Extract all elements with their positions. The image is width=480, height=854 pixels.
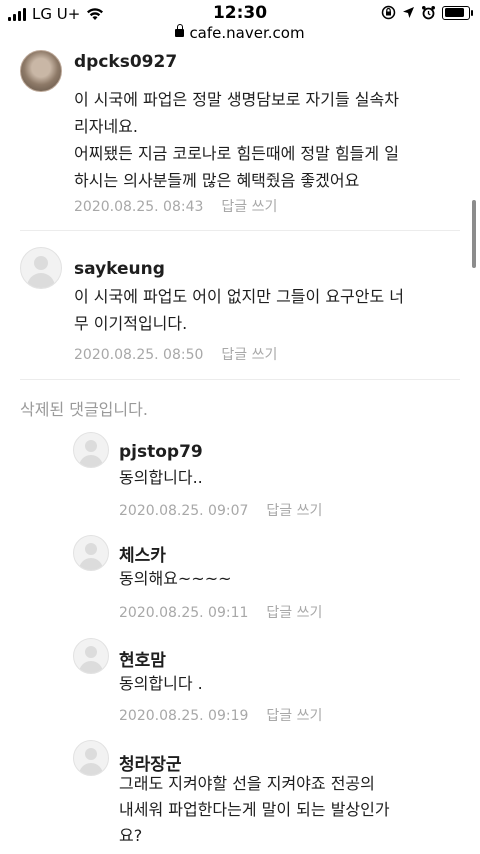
comment-meta: 2020.08.25. 08:43 답글 쓰기 (74, 196, 277, 216)
comment-line: 동의해요~~~~ (119, 569, 232, 588)
divider (20, 230, 460, 231)
url-bar[interactable]: cafe.naver.com (0, 24, 480, 42)
comment-meta: 2020.08.25. 08:50 답글 쓰기 (74, 344, 277, 364)
comment-author[interactable]: 체스카 (119, 541, 166, 566)
reply-button[interactable]: 답글 쓰기 (221, 199, 277, 215)
comment-line: 하시는 의사분들께 많은 혜택줬음 좋겠어요 (74, 171, 360, 190)
comment-meta: 2020.08.25. 09:11 답글 쓰기 (119, 602, 322, 622)
avatar[interactable] (20, 247, 62, 289)
avatar[interactable] (20, 50, 62, 92)
orientation-lock-icon (381, 5, 396, 20)
comment-text: 이 시국에 파업은 정말 생명담보로 자기들 실속차 리자네요. 어찌됐든 지금… (74, 86, 399, 194)
reply-button[interactable]: 답글 쓰기 (221, 347, 277, 363)
comment-line: 이 시국에 파업은 정말 생명담보로 자기들 실속차 (74, 90, 399, 109)
location-arrow-icon (403, 7, 414, 18)
comment-line: 요? (119, 826, 143, 845)
url-domain: cafe.naver.com (189, 24, 305, 42)
comment-date: 2020.08.25. 09:19 (119, 708, 249, 724)
status-bar: LG U+ 12:30 (0, 0, 480, 26)
comment-line: 동의합니다 . (119, 674, 203, 693)
comment-line: 그래도 지켜야할 선을 지켜야죠 전공의 (119, 774, 375, 793)
comment-date: 2020.08.25. 09:11 (119, 605, 249, 621)
comment-text: 그래도 지켜야할 선을 지켜야죠 전공의 내세워 파업한다는게 말이 되는 발상… (119, 771, 390, 849)
comment-meta: 2020.08.25. 09:19 답글 쓰기 (119, 705, 322, 725)
alarm-icon (422, 6, 435, 20)
comment-date: 2020.08.25. 08:50 (74, 347, 204, 363)
status-right (381, 5, 473, 20)
comment-author[interactable]: 현호맘 (119, 646, 166, 671)
scrollbar[interactable] (472, 200, 476, 268)
lock-icon (175, 24, 185, 37)
reply-button[interactable]: 답글 쓰기 (266, 503, 322, 519)
comment-line: 내세워 파업한다는게 말이 되는 발상인가 (119, 800, 390, 819)
comment-author[interactable]: saykeung (74, 259, 165, 279)
battery-icon (442, 5, 473, 20)
divider (20, 379, 460, 380)
comment-text: 이 시국에 파업도 어이 없지만 그들이 요구안도 너 무 이기적입니다. (74, 283, 404, 337)
reply-button[interactable]: 답글 쓰기 (266, 605, 322, 621)
comment-line: 이 시국에 파업도 어이 없지만 그들이 요구안도 너 (74, 287, 405, 306)
avatar[interactable] (73, 740, 109, 776)
comment-text: 동의해요~~~~ (119, 565, 232, 592)
avatar[interactable] (73, 432, 109, 468)
deleted-comment-notice: 삭제된 댓글입니다. (20, 400, 148, 419)
avatar[interactable] (73, 535, 109, 571)
comment-text: 동의합니다.. (119, 464, 203, 491)
avatar[interactable] (73, 638, 109, 674)
comment-date: 2020.08.25. 09:07 (119, 503, 249, 519)
comment-text: 동의합니다 . (119, 670, 203, 697)
comment-line: 무 이기적입니다. (74, 314, 188, 333)
comment-date: 2020.08.25. 08:43 (74, 199, 204, 215)
comment-line: 리자네요. (74, 117, 138, 136)
reply-button[interactable]: 답글 쓰기 (266, 708, 322, 724)
comment-meta: 2020.08.25. 09:07 답글 쓰기 (119, 500, 322, 520)
comment-line: 어찌됐든 지금 코로나로 힘든때에 정말 힘들게 일 (74, 144, 399, 163)
comment-author[interactable]: dpcks0927 (74, 52, 177, 72)
comment-line: 동의합니다.. (119, 468, 203, 487)
comment-author[interactable]: pjstop79 (119, 442, 203, 462)
